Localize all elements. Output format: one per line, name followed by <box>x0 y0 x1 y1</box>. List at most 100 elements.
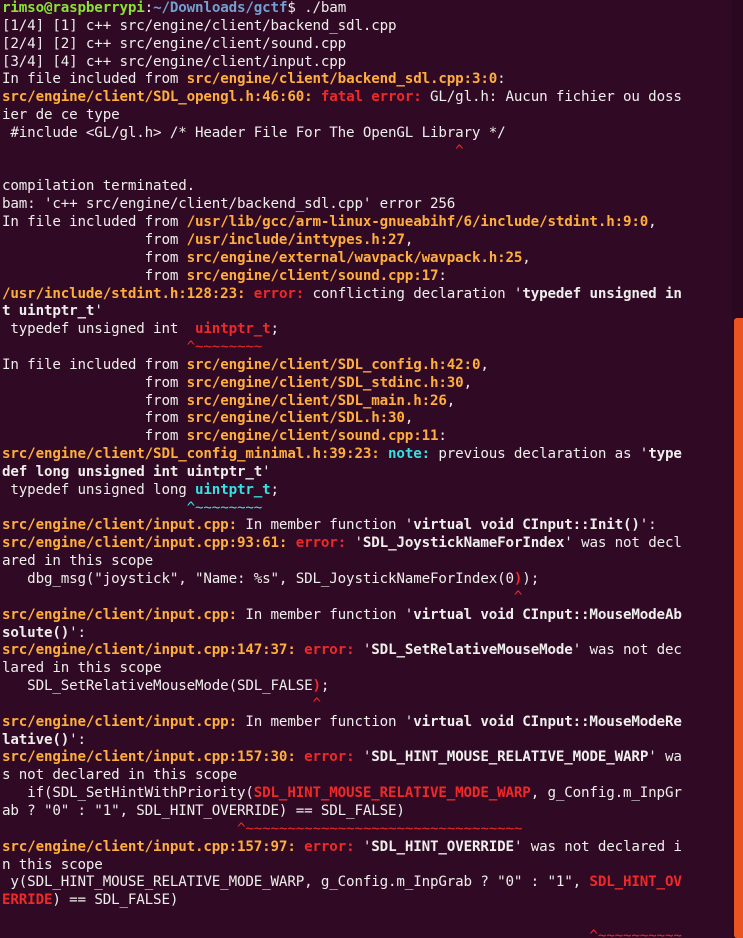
scrollbar[interactable] <box>732 0 743 938</box>
terminal-text-bold: SDL_HINT_MOUSE_RELATIVE_MODE_WARP <box>371 749 649 766</box>
terminal-text-file: /usr/include/inttypes.h:27 <box>186 231 405 248</box>
terminal-text-plain: from <box>2 249 187 266</box>
terminal-line: [2/4] [2] c++ src/engine/client/sound.cp… <box>2 36 732 54</box>
terminal-line: ^~~~~~~~~~~~~~~~~~~~~~~~~~~~~~~~~~ <box>2 821 732 839</box>
terminal-text-err: fatal error: <box>320 89 422 106</box>
scrollbar-thumb[interactable] <box>734 318 743 938</box>
terminal-text-plain: ' was not declared i <box>513 838 682 855</box>
terminal-line: src/engine/client/input.cpp:157:97: erro… <box>2 839 732 857</box>
terminal-line: SDL_SetRelativeMouseMode(SDL_FALSE); <box>2 678 732 696</box>
terminal-text-path: ~/Downloads/gctf <box>153 0 288 16</box>
terminal-text-file: src/engine/client/backend_sdl.cpp:3:0 <box>186 71 498 88</box>
terminal-text-plain: In file included from <box>2 71 187 88</box>
terminal-text-plain: y(SDL_HINT_MOUSE_RELATIVE_MODE_WARP, g_C… <box>2 874 590 891</box>
terminal-text-bold: SDL_JoystickNameForIndex <box>362 535 565 552</box>
terminal-text-plain: ; <box>270 481 280 498</box>
terminal-text-plain: conflicting declaration ' <box>304 285 523 302</box>
terminal-text-err: error: <box>304 642 355 659</box>
terminal-text-plain: , <box>648 214 657 231</box>
terminal-line: lative()': <box>2 732 732 750</box>
terminal-line: src/engine/client/SDL_opengl.h:46:60: fa… <box>2 89 732 107</box>
terminal-line: from src/engine/external/wavpack/wavpack… <box>2 250 732 268</box>
terminal-text-plain: dbg_msg("joystick", "Name: %s", SDL_Joys… <box>2 571 514 587</box>
terminal-line: lared in this scope <box>2 660 732 678</box>
terminal-text-plain: n this scope <box>2 856 103 873</box>
terminal-text-file: src/engine/client/SDL_main.h:26 <box>186 392 447 409</box>
terminal-text-plain: ': <box>69 624 86 641</box>
terminal-text-plain: In file included from <box>2 356 187 373</box>
terminal-text-plain <box>245 286 253 302</box>
terminal-text-bold: lative() <box>2 731 70 748</box>
terminal-line: ared in this scope <box>2 553 732 571</box>
terminal-output: rimso@raspberrypi:~/Downloads/gctf$ ./ba… <box>2 0 732 938</box>
terminal-text-file: src/engine/client/input.cpp:157:97: <box>2 838 296 855</box>
terminal-text-plain <box>2 821 237 837</box>
terminal-text-bold: virtual void CInput::MouseModeRe <box>413 713 682 730</box>
terminal-text-plain: previous declaration as ' <box>430 446 649 463</box>
terminal-line: ^ <box>2 589 732 607</box>
terminal-text-err: SDL_HINT_MOUSE_RELATIVE_MODE_WARP <box>253 785 531 802</box>
terminal-text-note: uintptr_t <box>195 481 271 498</box>
terminal-text-file: src/engine/client/sound.cpp:11 <box>186 428 439 445</box>
terminal-text-plain <box>2 696 313 712</box>
terminal-line: In file included from /usr/lib/gcc/arm-l… <box>2 214 732 232</box>
terminal-line: from src/engine/client/sound.cpp:11: <box>2 428 732 446</box>
terminal-text-plain <box>296 839 304 855</box>
terminal-text-plain: lared in this scope <box>2 660 162 677</box>
terminal-text-err: uintptr_t <box>195 321 271 338</box>
terminal-text-bold: typedef unsigned in <box>522 285 682 302</box>
terminal-text-plain: [2/4] [2] c++ src/engine/client/sound.cp… <box>2 35 347 52</box>
terminal-line: from src/engine/client/sound.cpp:17: <box>2 268 732 286</box>
terminal-text-prompt: rimso@raspberrypi <box>2 0 145 16</box>
terminal-text-file: src/engine/client/input.cpp:93:61: <box>2 535 288 552</box>
terminal-text-cyan: ^~~~~~~~~ <box>186 499 263 516</box>
terminal-text-plain: from <box>2 231 187 248</box>
terminal-text-plain: ': <box>639 517 657 534</box>
terminal-line: [3/4] [4] c++ src/engine/client/input.cp… <box>2 54 732 72</box>
terminal-line: ^~~~~~~~~ <box>2 339 732 357</box>
terminal-line: src/engine/client/input.cpp:93:61: error… <box>2 535 732 553</box>
terminal-text-bold: t uintptr_t <box>2 303 95 320</box>
terminal-text-file: src/engine/client/input.cpp: <box>2 713 237 730</box>
terminal-line: ^~~~~~~~~ <box>2 500 732 518</box>
terminal-text-plain: ; <box>270 321 280 338</box>
terminal-line: In file included from src/engine/client/… <box>2 71 732 89</box>
terminal-text-plain <box>296 749 304 765</box>
terminal-text-file: src/engine/client/input.cpp: <box>2 606 237 623</box>
terminal-text-plain <box>2 589 514 605</box>
terminal-text-plain: : <box>497 71 506 88</box>
terminal-text-plain: from <box>2 267 187 284</box>
terminal-text-file: src/engine/client/SDL_config_minimal.h:3… <box>2 446 380 463</box>
terminal-line: if(SDL_SetHintWithPriority(SDL_HINT_MOUS… <box>2 785 732 803</box>
terminal-line: from src/engine/client/SDL_stdinc.h:30, <box>2 375 732 393</box>
terminal-text-plain: ' <box>262 463 271 480</box>
terminal-text-plain: from <box>2 392 187 409</box>
terminal-text-red: ^~~~~~~~~~~ <box>589 927 682 938</box>
terminal-text-red: ^~~~~~~~~~~~~~~~~~~~~~~~~~~~~~~~~~ <box>236 820 523 837</box>
terminal-text-plain: , <box>480 356 489 373</box>
terminal-text-red: ^ <box>513 588 523 605</box>
terminal-line: ^~~~~~~~~~~ <box>2 928 732 938</box>
terminal-line: /usr/include/stdint.h:128:23: error: con… <box>2 286 732 304</box>
terminal-text-file: src/engine/client/input.cpp:157:30: <box>2 749 296 766</box>
terminal-text-bold: def long unsigned int uintptr_t <box>2 463 263 480</box>
terminal-text-plain: [3/4] [4] c++ src/engine/client/input.cp… <box>2 53 347 70</box>
terminal-text-plain: : <box>438 428 447 445</box>
terminal-line: compilation terminated. <box>2 178 732 196</box>
terminal-window[interactable]: rimso@raspberrypi:~/Downloads/gctf$ ./ba… <box>0 0 743 938</box>
terminal-line: ^ <box>2 143 732 161</box>
terminal-line: from src/engine/client/SDL_main.h:26, <box>2 393 732 411</box>
terminal-text-plain: ' <box>354 838 372 855</box>
terminal-text-plain: from <box>2 374 187 391</box>
terminal-text-plain: ) == SDL_FALSE) <box>52 892 179 909</box>
terminal-line: src/engine/client/input.cpp: In member f… <box>2 714 732 732</box>
terminal-line: from /usr/include/inttypes.h:27, <box>2 232 732 250</box>
terminal-text-plain: $ ./bam <box>287 0 347 16</box>
terminal-text-plain: : <box>438 267 447 284</box>
terminal-text-err: error: <box>253 285 305 302</box>
terminal-text-plain: s not declared in this scope <box>2 767 237 784</box>
terminal-text-plain: : <box>144 0 154 16</box>
terminal-line: def long unsigned int uintptr_t' <box>2 464 732 482</box>
terminal-text-bold: virtual void CInput::MouseModeAb <box>413 606 682 623</box>
terminal-text-file: src/engine/client/input.cpp: <box>2 517 237 534</box>
